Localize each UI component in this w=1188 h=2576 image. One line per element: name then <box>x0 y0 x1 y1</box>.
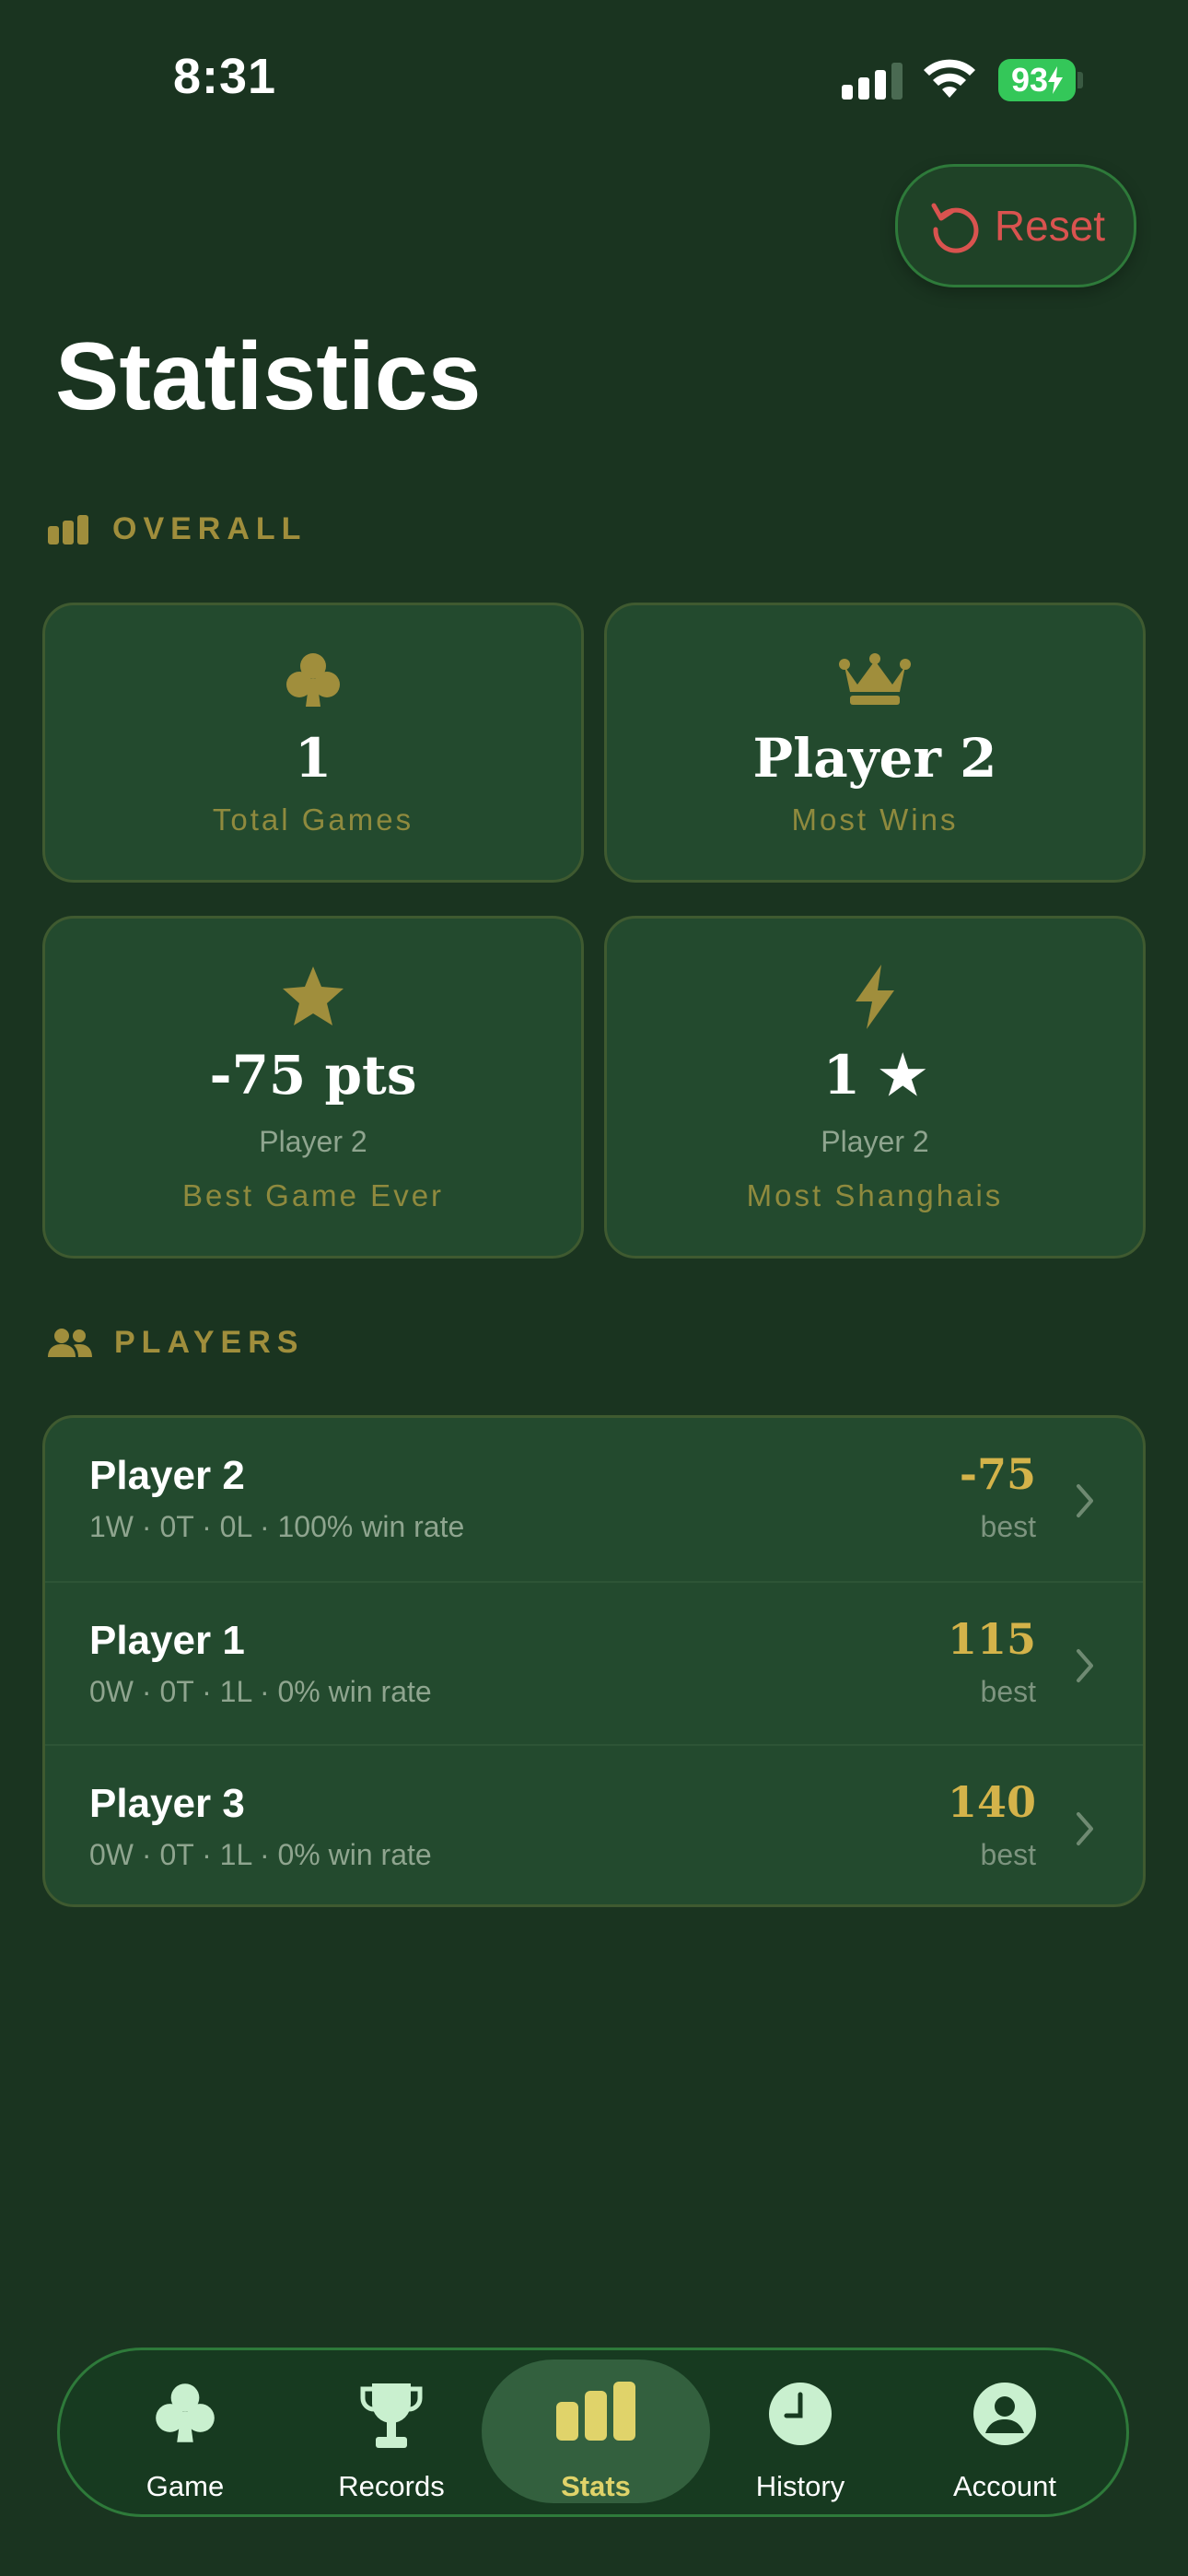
player-best-label: best <box>980 1838 1036 1871</box>
players-heading-label: PLAYERS <box>114 1325 305 1360</box>
player-name: Player 2 <box>89 1453 245 1498</box>
crown-icon <box>839 653 911 705</box>
chevron-right-icon <box>1077 1649 1093 1682</box>
player-record: 0W · 0T · 1L · 0% win rate <box>89 1675 432 1708</box>
player-best-score: -75 <box>959 1449 1036 1499</box>
club-icon <box>286 653 340 707</box>
tab-label: Records <box>338 2470 445 2502</box>
overall-heading: OVERALL <box>48 511 307 547</box>
stat-label: Most Wins <box>791 802 959 837</box>
stat-value: 1 ★ <box>822 1044 927 1107</box>
tab-label: History <box>755 2470 845 2502</box>
trophy-icon <box>360 2383 423 2448</box>
tab-label: Game <box>146 2470 225 2502</box>
reset-button[interactable]: Reset <box>895 164 1136 287</box>
page-title: Statistics <box>55 323 482 430</box>
tab-label: Account <box>952 2470 1056 2502</box>
stat-card-most-wins: Player 2 Most Wins <box>604 603 1146 883</box>
battery-nub <box>1077 72 1083 88</box>
clock-icon <box>769 2383 832 2445</box>
bar-chart-icon <box>556 2382 635 2441</box>
club-icon <box>156 2383 215 2442</box>
stat-value: 1 <box>294 727 332 790</box>
player-name: Player 1 <box>89 1618 245 1663</box>
player-best-score: 115 <box>947 1614 1036 1664</box>
stat-player: Player 2 <box>259 1125 367 1158</box>
tab-history[interactable]: History <box>690 2350 911 2514</box>
tab-game[interactable]: Game <box>75 2350 296 2514</box>
players-list: Player 2 1W · 0T · 0L · 100% win rate -7… <box>42 1415 1146 1907</box>
stat-value: Player 2 <box>752 727 997 790</box>
player-row[interactable]: Player 1 0W · 0T · 1L · 0% win rate 115 … <box>45 1581 1143 1746</box>
stat-label: Most Shanghais <box>746 1178 1004 1212</box>
bar-chart-icon <box>48 514 88 544</box>
player-best-score: 140 <box>947 1777 1036 1827</box>
stat-label: Best Game Ever <box>181 1178 445 1212</box>
tab-account[interactable]: Account <box>894 2350 1115 2514</box>
player-best-label: best <box>980 1675 1036 1708</box>
battery-level: 93 <box>1010 61 1049 99</box>
person-icon <box>973 2383 1036 2445</box>
tab-bar: Game Records Stats History Account <box>57 2348 1129 2517</box>
charging-bolt-icon <box>1048 66 1064 94</box>
tab-label: Stats <box>561 2470 631 2502</box>
status-time: 8:31 <box>173 49 277 104</box>
reset-label: Reset <box>994 202 1106 250</box>
stat-card-best-game: -75 pts Player 2 Best Game Ever <box>42 916 584 1259</box>
player-record: 0W · 0T · 1L · 0% win rate <box>89 1838 432 1871</box>
player-best-label: best <box>980 1510 1036 1543</box>
star-icon <box>283 966 344 1025</box>
players-heading: PLAYERS <box>48 1325 304 1361</box>
cellular-signal-icon <box>842 63 903 100</box>
bolt-icon <box>856 965 894 1029</box>
player-name: Player 3 <box>89 1781 245 1826</box>
reset-arrow-icon <box>931 203 979 253</box>
player-row[interactable]: Player 2 1W · 0T · 0L · 100% win rate -7… <box>45 1418 1143 1581</box>
stat-value: -75 pts <box>209 1044 417 1107</box>
tab-stats[interactable]: Stats <box>485 2350 706 2514</box>
overall-heading-label: OVERALL <box>112 511 308 546</box>
stat-label: Total Games <box>212 802 414 837</box>
chevron-right-icon <box>1077 1812 1093 1845</box>
player-record: 1W · 0T · 0L · 100% win rate <box>89 1510 465 1543</box>
wifi-icon <box>924 59 975 98</box>
chevron-right-icon <box>1077 1484 1093 1517</box>
people-icon <box>48 1328 92 1357</box>
stat-card-total-games: 1 Total Games <box>42 603 584 883</box>
stat-card-most-shanghais: 1 ★ Player 2 Most Shanghais <box>604 916 1146 1259</box>
tab-records[interactable]: Records <box>281 2350 502 2514</box>
player-row[interactable]: Player 3 0W · 0T · 1L · 0% win rate 140 … <box>45 1744 1143 1904</box>
battery-indicator: 93 <box>998 59 1076 101</box>
stat-player: Player 2 <box>821 1125 929 1158</box>
